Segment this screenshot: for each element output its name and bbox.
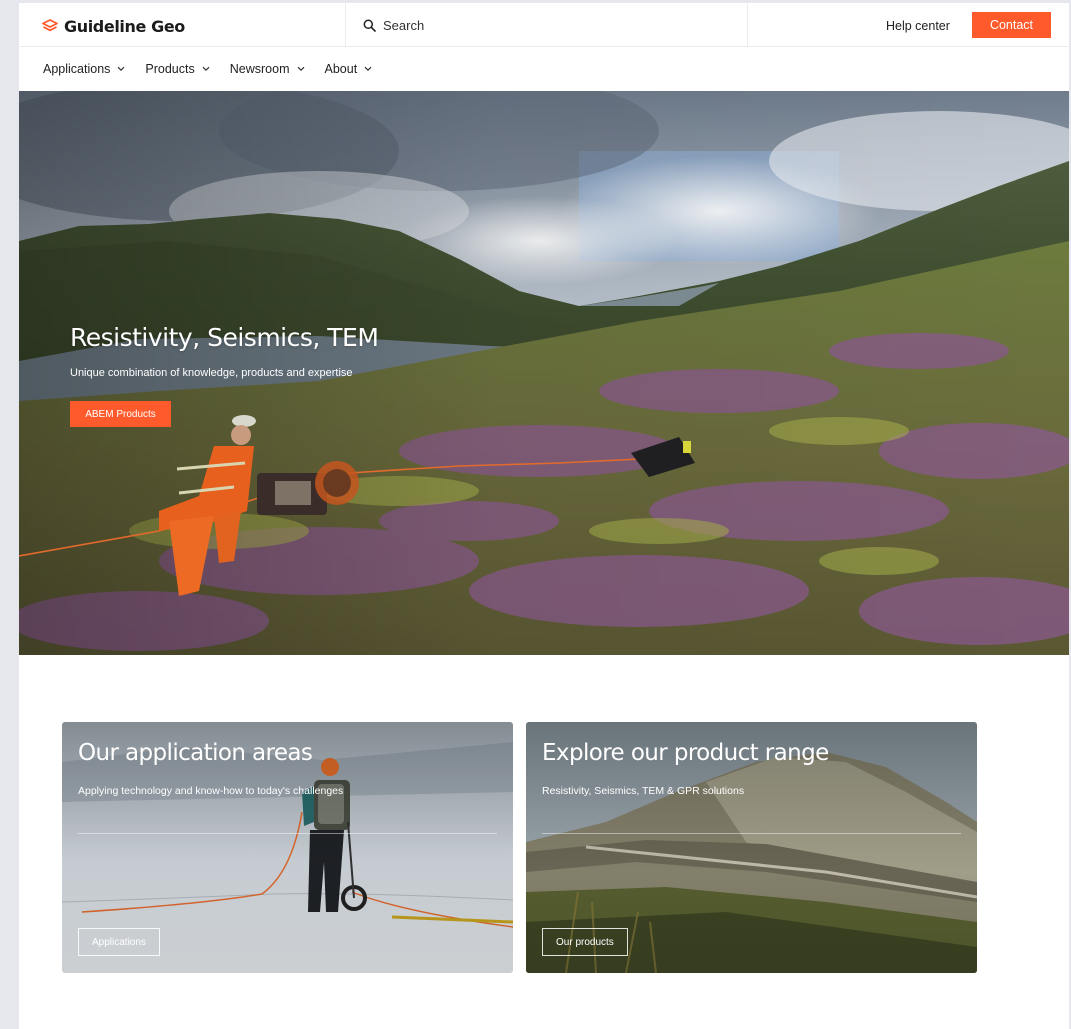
hero-section: Resistivity, Seismics, TEM Unique combin… [19, 91, 1069, 655]
nav-item-about[interactable]: About [325, 62, 373, 76]
card-title: Explore our product range [542, 740, 829, 766]
nav-item-label: Applications [43, 62, 111, 76]
search-icon [363, 19, 376, 32]
page: Guideline Geo Help center Contact Applic… [19, 3, 1069, 1029]
nav-item-label: Products [145, 62, 195, 76]
search-input[interactable] [383, 17, 683, 33]
contact-button[interactable]: Contact [972, 12, 1051, 38]
our-products-button[interactable]: Our products [542, 928, 628, 956]
product-range-card[interactable]: Explore our product range Resistivity, S… [526, 722, 977, 973]
top-header: Guideline Geo Help center Contact [19, 3, 1069, 47]
main-nav: Applications Products Newsroom About [43, 47, 372, 91]
card-subtitle: Applying technology and know-how to toda… [78, 785, 344, 797]
application-areas-card[interactable]: Our application areas Applying technolog… [62, 722, 513, 973]
card-divider [78, 833, 497, 834]
search-bar[interactable] [345, 3, 748, 47]
nav-item-newsroom[interactable]: Newsroom [230, 62, 305, 76]
nav-item-label: Newsroom [229, 62, 290, 76]
brand-logo[interactable]: Guideline Geo [42, 15, 185, 37]
applications-button[interactable]: Applications [78, 928, 160, 956]
hero-subtitle: Unique combination of knowledge, product… [70, 367, 353, 379]
nav-item-products[interactable]: Products [145, 62, 210, 76]
chevron-down-icon [364, 66, 372, 72]
card-subtitle: Resistivity, Seismics, TEM & GPR solutio… [542, 785, 745, 797]
nav-item-label: About [324, 62, 358, 76]
chevron-down-icon [202, 66, 210, 72]
card-title: Our application areas [78, 740, 313, 766]
chevron-down-icon [297, 66, 304, 72]
abem-products-button[interactable]: ABEM Products [70, 401, 171, 427]
brand-name: Guideline Geo [64, 16, 185, 36]
chevron-down-icon [117, 66, 125, 72]
help-center-link[interactable]: Help center [886, 19, 950, 33]
logo-stack-icon [42, 19, 58, 32]
nav-item-applications[interactable]: Applications [43, 62, 125, 76]
hero-title: Resistivity, Seismics, TEM [70, 323, 379, 352]
card-divider [542, 833, 961, 834]
